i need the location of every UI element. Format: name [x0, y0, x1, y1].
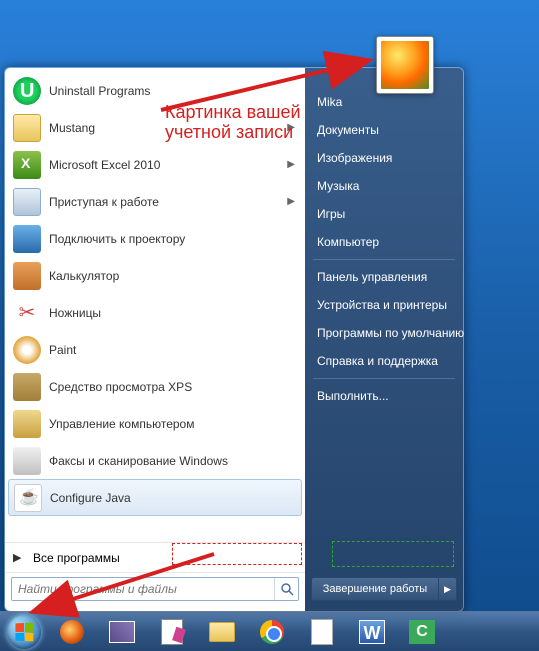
mustang-folder-icon [13, 114, 41, 142]
shutdown-options-arrow[interactable]: ▶ [438, 578, 456, 600]
program-list: Uninstall ProgramsMustang▶Microsoft Exce… [5, 72, 305, 542]
all-programs-label: Все программы [33, 551, 120, 565]
connect-projector-icon [13, 225, 41, 253]
right-item-computer[interactable]: Компьютер [307, 228, 461, 256]
xps-viewer-icon [13, 373, 41, 401]
search-box [11, 577, 299, 601]
document-icon [307, 619, 337, 645]
program-item-computer-management[interactable]: Управление компьютером [5, 405, 305, 442]
program-item-paint[interactable]: Paint [5, 331, 305, 368]
configure-java-icon [14, 484, 42, 512]
chrome-icon [257, 619, 287, 645]
taskbar-item-image-app[interactable] [98, 615, 146, 649]
separator [313, 259, 455, 260]
burn-app-icon [57, 619, 87, 645]
program-item-fax-scan[interactable]: Факсы и сканирование Windows [5, 442, 305, 479]
program-item-getting-started[interactable]: Приступая к работе▶ [5, 183, 305, 220]
right-item-pictures[interactable]: Изображения [307, 144, 461, 172]
taskbar-item-notes-app[interactable] [148, 615, 196, 649]
taskbar-item-word[interactable]: W [348, 615, 396, 649]
flower-icon [381, 41, 429, 89]
all-programs-button[interactable]: ▶ Все программы [5, 542, 305, 572]
program-label: Microsoft Excel 2010 [49, 158, 287, 172]
file-explorer-icon [207, 619, 237, 645]
snipping-tool-icon: ✂ [13, 299, 41, 327]
right-item-help-support[interactable]: Справка и поддержка [307, 347, 461, 375]
program-label: Ножницы [49, 306, 299, 320]
start-menu: Uninstall ProgramsMustang▶Microsoft Exce… [4, 67, 464, 612]
shutdown-label: Завершение работы [312, 583, 438, 595]
program-label: Приступая к работе [49, 195, 287, 209]
submenu-arrow-icon: ▶ [287, 196, 299, 207]
calculator-icon [13, 262, 41, 290]
right-item-documents[interactable]: Документы [307, 116, 461, 144]
right-item-music[interactable]: Музыка [307, 172, 461, 200]
uninstall-programs-icon [13, 77, 41, 105]
taskbar-item-chrome[interactable] [248, 615, 296, 649]
program-label: Факсы и сканирование Windows [49, 454, 299, 468]
computer-management-icon [13, 410, 41, 438]
search-input[interactable] [12, 582, 274, 596]
taskbar-item-burn-app[interactable] [48, 615, 96, 649]
right-item-control-panel[interactable]: Панель управления [307, 263, 461, 291]
submenu-arrow-icon: ▶ [287, 122, 299, 133]
program-item-connect-projector[interactable]: Подключить к проектору [5, 220, 305, 257]
program-item-mustang-folder[interactable]: Mustang▶ [5, 109, 305, 146]
shutdown-row: Завершение работы ▶ [307, 571, 461, 607]
shutdown-button[interactable]: Завершение работы ▶ [311, 577, 457, 601]
triangle-right-icon: ▶ [13, 551, 33, 564]
windows-orb-icon [7, 615, 41, 649]
submenu-arrow-icon: ▶ [287, 159, 299, 170]
right-item-run[interactable]: Выполнить... [307, 382, 461, 410]
program-item-uninstall-programs[interactable]: Uninstall Programs [5, 72, 305, 109]
program-label: Управление компьютером [49, 417, 299, 431]
paint-icon [13, 336, 41, 364]
start-button[interactable] [2, 614, 46, 650]
taskbar-item-camtasia[interactable]: C [398, 615, 446, 649]
program-label: Paint [49, 343, 299, 357]
program-label: Mustang [49, 121, 287, 135]
program-item-calculator[interactable]: Калькулятор [5, 257, 305, 294]
taskbar-item-file-explorer[interactable] [198, 615, 246, 649]
notes-app-icon [157, 619, 187, 645]
program-label: Калькулятор [49, 269, 299, 283]
program-item-xps-viewer[interactable]: Средство просмотра XPS [5, 368, 305, 405]
right-item-devices-printers[interactable]: Устройства и принтеры [307, 291, 461, 319]
program-label: Средство просмотра XPS [49, 380, 299, 394]
fax-scan-icon [13, 447, 41, 475]
program-label: Configure Java [50, 491, 298, 505]
separator [313, 378, 455, 379]
program-item-configure-java[interactable]: Configure Java [8, 479, 302, 516]
program-label: Подключить к проектору [49, 232, 299, 246]
camtasia-icon: C [407, 619, 437, 645]
image-app-icon [107, 619, 137, 645]
right-item-default-programs[interactable]: Программы по умолчанию [307, 319, 461, 347]
start-menu-right-pane: MikaДокументыИзображенияМузыкаИгрыКомпью… [305, 68, 463, 611]
start-menu-left-pane: Uninstall ProgramsMustang▶Microsoft Exce… [5, 68, 305, 611]
search-row [5, 572, 305, 607]
user-account-picture[interactable] [376, 36, 434, 94]
taskbar-item-document[interactable] [298, 615, 346, 649]
word-icon: W [357, 619, 387, 645]
taskbar: WC [0, 611, 539, 651]
getting-started-icon [13, 188, 41, 216]
program-item-snipping-tool[interactable]: ✂ Ножницы [5, 294, 305, 331]
excel-2010-icon [13, 151, 41, 179]
program-label: Uninstall Programs [49, 84, 299, 98]
search-icon[interactable] [274, 578, 298, 600]
right-item-games[interactable]: Игры [307, 200, 461, 228]
program-item-excel-2010[interactable]: Microsoft Excel 2010▶ [5, 146, 305, 183]
